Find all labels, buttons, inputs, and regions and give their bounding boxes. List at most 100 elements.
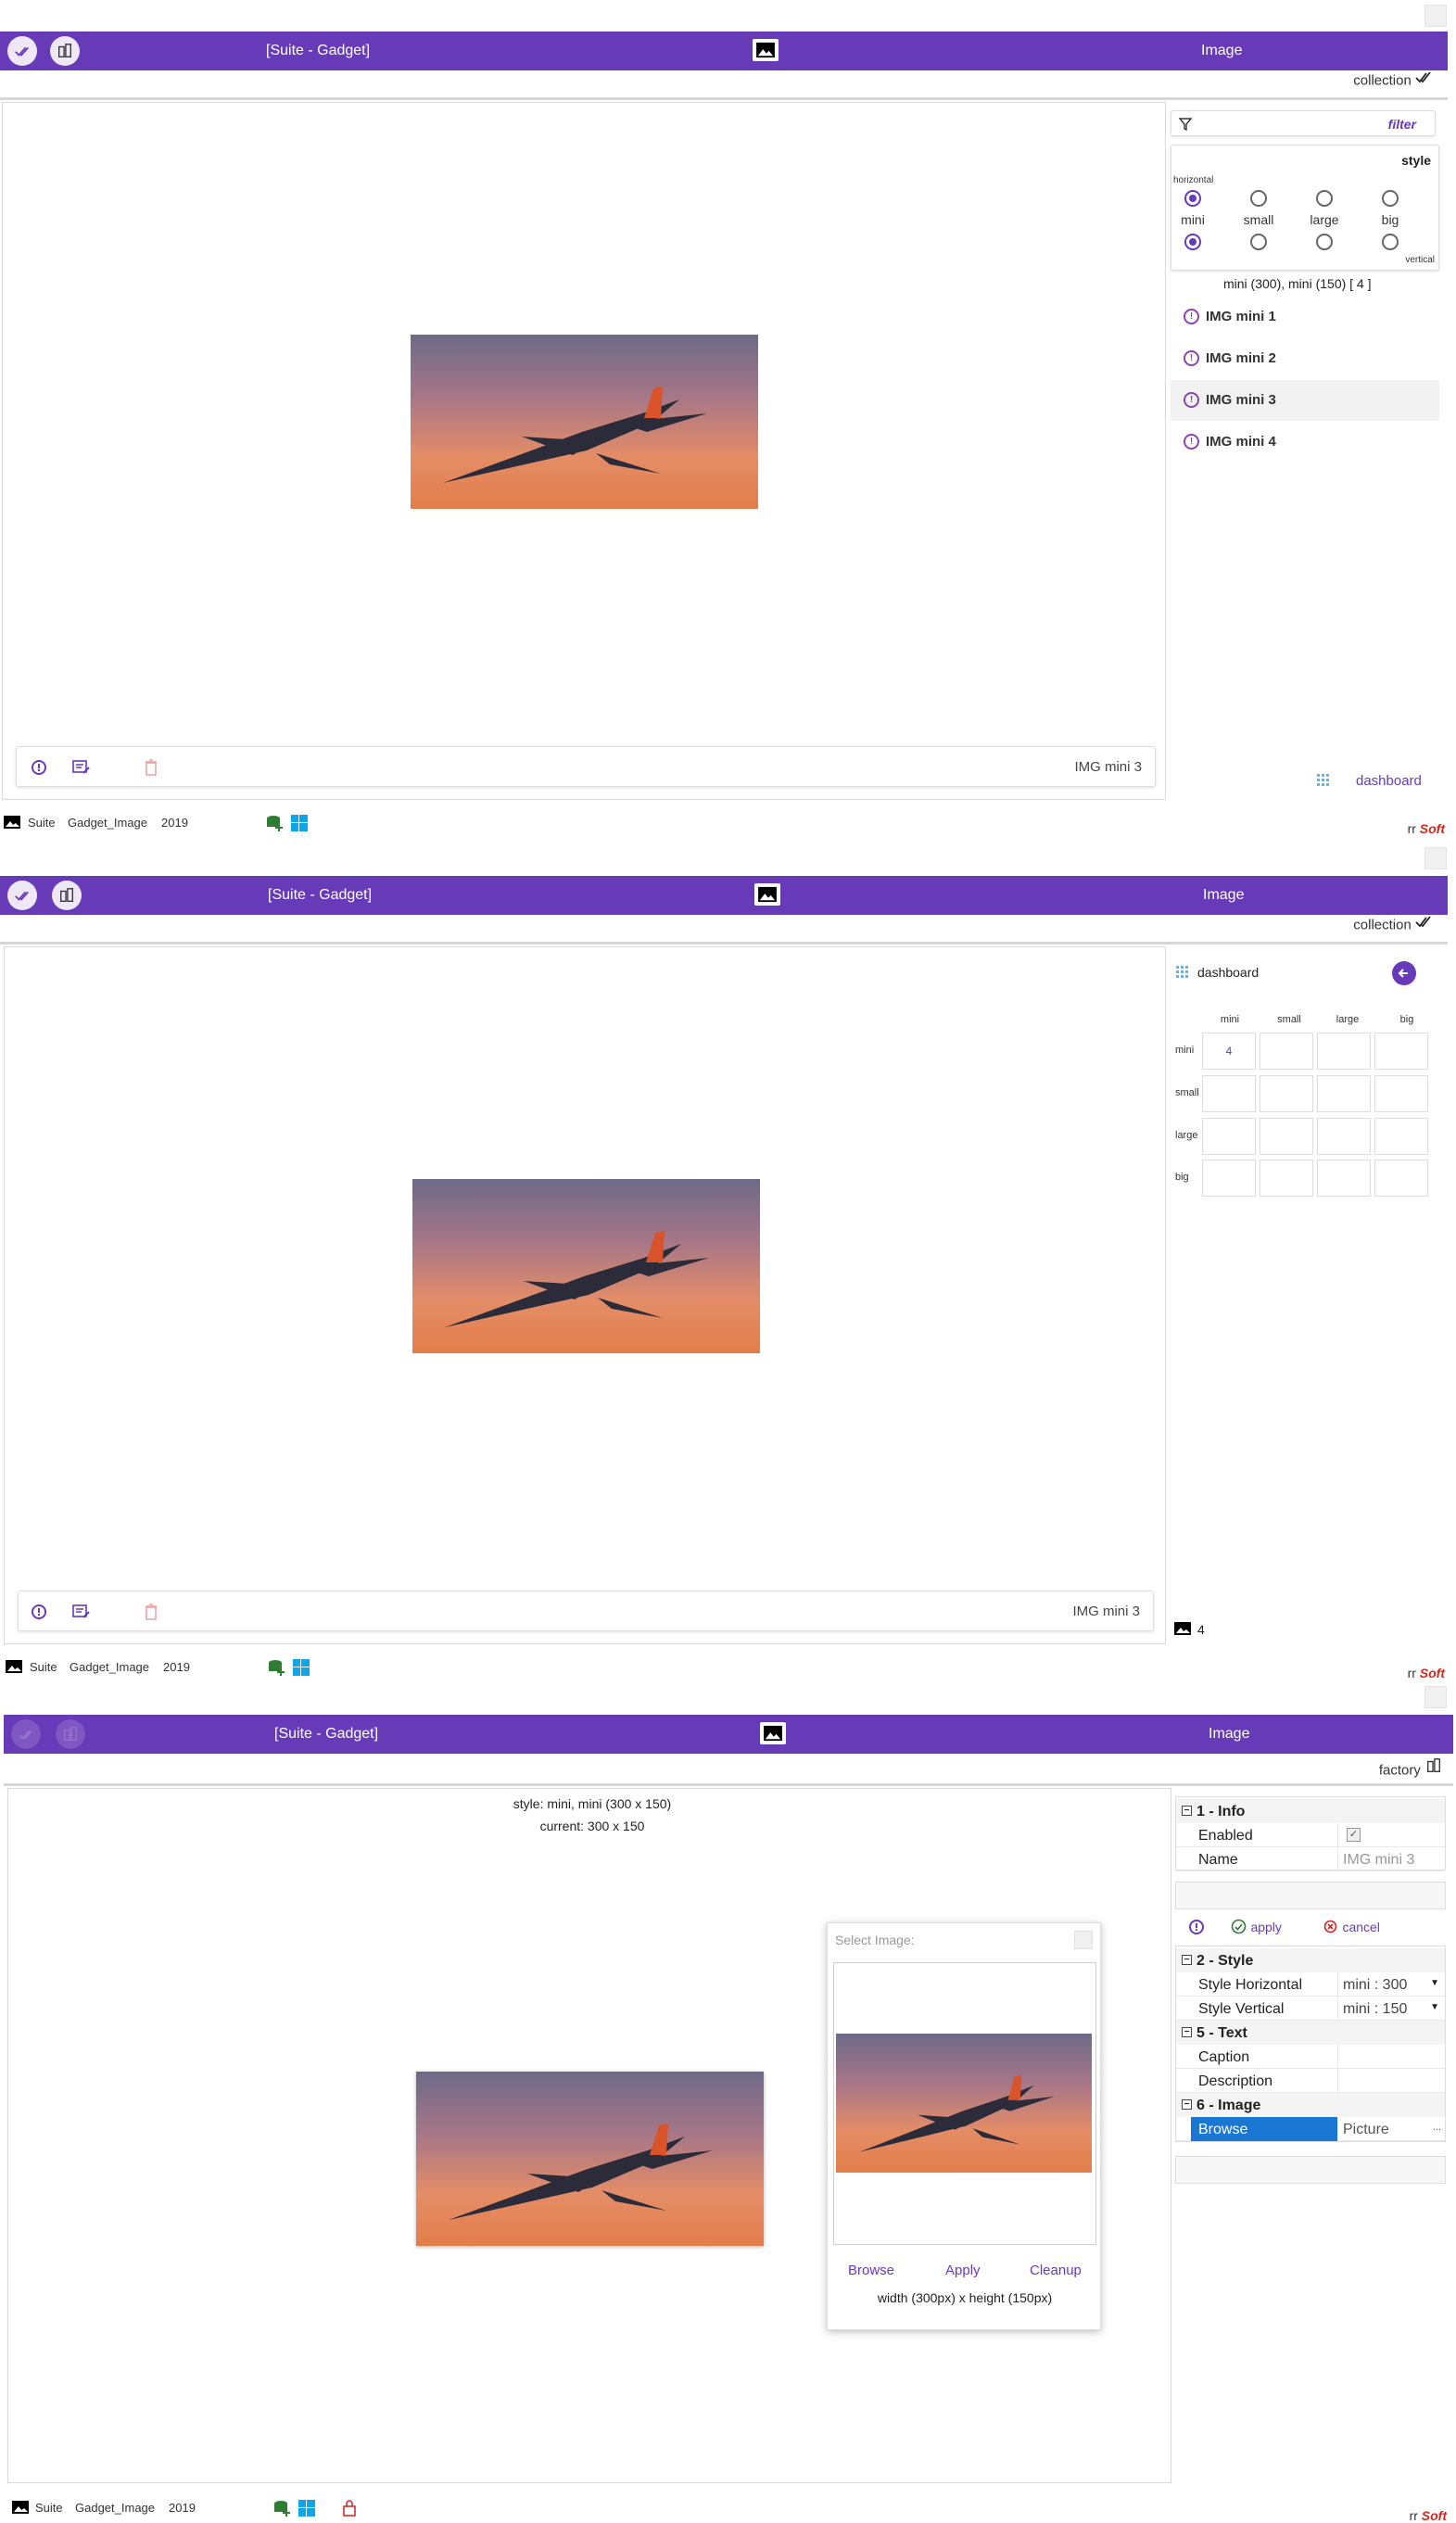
grid-cell[interactable] [1317, 1118, 1371, 1155]
property-browse[interactable]: Browse Picture ... [1176, 2117, 1445, 2141]
filter-bar[interactable]: filter [1171, 110, 1436, 136]
info-button[interactable] [30, 1603, 48, 1621]
database-add-icon [274, 2501, 290, 2517]
property-name[interactable]: Name IMG mini 3 [1176, 1847, 1445, 1871]
info-button[interactable] [1188, 1919, 1205, 1935]
footer-year: 2019 [169, 2501, 196, 2515]
image-icon [754, 883, 780, 906]
style-info: style: mini, mini (300 x 150) [513, 1796, 672, 1811]
image-preview-panel: IMG mini 3 [4, 946, 1166, 1644]
radio-vertical-mini[interactable] [1184, 234, 1201, 250]
footer-name: Gadget_Image [75, 2501, 156, 2515]
info-icon: ! [1184, 309, 1199, 324]
enabled-checkbox[interactable]: ✓ [1347, 1828, 1361, 1842]
grid-cell[interactable] [1260, 1075, 1313, 1112]
edit-button[interactable] [72, 1603, 91, 1621]
image-icon [4, 816, 20, 829]
horizontal-label: horizontal [1173, 175, 1214, 185]
grid-cell[interactable] [1374, 1075, 1428, 1112]
style-selector: style horizontal mini small large big ve… [1171, 145, 1439, 271]
factory-button[interactable] [50, 36, 80, 66]
status-footer: Suite Gadget_Image 2019 rr Soft [0, 2497, 1456, 2523]
vertical-label: vertical [1405, 255, 1435, 265]
radio-vertical-large[interactable] [1316, 234, 1333, 250]
delete-button[interactable] [142, 758, 160, 777]
check-all-button[interactable] [11, 1719, 41, 1749]
grid-cell[interactable] [1260, 1118, 1313, 1155]
property-caption[interactable]: Caption [1176, 2045, 1445, 2069]
factory-link[interactable]: factory [1165, 1757, 1443, 1785]
collection-link[interactable]: collection [1156, 71, 1434, 99]
grid-cell-mini-mini[interactable]: 4 [1202, 1033, 1256, 1070]
radio-vertical-small[interactable] [1250, 234, 1267, 250]
status-footer: Suite Gadget_Image 2019 rr Soft [0, 812, 1456, 836]
radio-horizontal-small[interactable] [1250, 190, 1267, 207]
property-enabled[interactable]: Enabled ✓ [1176, 1823, 1445, 1847]
dialog-close-button[interactable] [1074, 1931, 1093, 1949]
factory-button[interactable] [56, 1719, 85, 1749]
grid-cell[interactable] [1202, 1118, 1256, 1155]
double-check-icon [1415, 71, 1431, 83]
window-close-button[interactable] [1424, 5, 1447, 27]
grid-cell[interactable] [1374, 1118, 1428, 1155]
trash-icon [146, 1604, 157, 1620]
app-bar: [Suite - Gadget] Image [0, 32, 1448, 70]
property-style-horizontal[interactable]: Style Horizontal mini : 300 ▼ [1176, 1972, 1445, 1997]
dialog-cleanup-button[interactable]: Cleanup [1030, 2263, 1082, 2278]
browse-ellipsis-button[interactable]: ... [1433, 2122, 1441, 2133]
section-text-header[interactable]: −5 - Text [1176, 2021, 1445, 2045]
app-bar: [Suite - Gadget] Image [0, 876, 1448, 915]
image-icon [760, 1722, 786, 1744]
dropdown-arrow-icon[interactable]: ▼ [1430, 1978, 1439, 1988]
dropdown-arrow-icon[interactable]: ▼ [1430, 2002, 1439, 2012]
radio-horizontal-mini[interactable] [1184, 190, 1201, 207]
list-item[interactable]: ! IMG mini 1 [1171, 297, 1439, 337]
cancel-button[interactable]: cancel [1323, 1919, 1380, 1935]
grid-cell[interactable] [1374, 1160, 1428, 1197]
size-label-large: large [1310, 212, 1339, 227]
back-button[interactable] [1392, 961, 1416, 985]
edit-list-icon [72, 760, 90, 774]
section-image-header[interactable]: −6 - Image [1176, 2093, 1445, 2117]
grid-cell[interactable] [1317, 1033, 1371, 1070]
property-description[interactable]: Description [1176, 2069, 1445, 2093]
filter-summary: mini (300), mini (150) [ 4 ] [1223, 276, 1372, 291]
list-item-selected[interactable]: ! IMG mini 3 [1171, 380, 1439, 421]
dialog-apply-button[interactable]: Apply [945, 2263, 981, 2278]
grid-cell[interactable] [1202, 1160, 1256, 1197]
section-info-header[interactable]: −1 - Info [1176, 1799, 1445, 1823]
window-close-button[interactable] [1424, 1686, 1447, 1708]
property-style-vertical[interactable]: Style Vertical mini : 150 ▼ [1176, 1997, 1445, 2021]
list-item[interactable]: ! IMG mini 2 [1171, 338, 1439, 379]
check-all-button[interactable] [7, 881, 37, 910]
check-all-button[interactable] [7, 36, 37, 66]
section-style-header[interactable]: −2 - Style [1176, 1948, 1445, 1972]
image-icon [6, 1660, 22, 1673]
row-header-large: large [1175, 1130, 1198, 1141]
radio-horizontal-big[interactable] [1382, 190, 1399, 207]
edit-button[interactable] [72, 758, 91, 777]
apply-button[interactable]: apply [1231, 1919, 1282, 1935]
property-help-box [1175, 2156, 1446, 2184]
info-icon [32, 1604, 46, 1619]
lock-icon[interactable] [342, 2500, 357, 2517]
collection-link[interactable]: collection [1156, 916, 1434, 944]
grid-cell[interactable] [1260, 1160, 1313, 1197]
grid-cell[interactable] [1317, 1075, 1371, 1112]
delete-button[interactable] [142, 1603, 160, 1621]
grid-cell[interactable] [1202, 1075, 1256, 1112]
radio-horizontal-large[interactable] [1316, 190, 1333, 207]
property-description-box [1175, 1882, 1446, 1909]
info-button[interactable] [30, 758, 48, 777]
grid-cell[interactable] [1374, 1033, 1428, 1070]
list-item[interactable]: ! IMG mini 4 [1171, 422, 1439, 463]
image-drop-area[interactable] [833, 1962, 1096, 2245]
grid-cell[interactable] [1317, 1160, 1371, 1197]
footer-suite: Suite [28, 816, 56, 830]
factory-button[interactable] [52, 881, 82, 910]
dashboard-link[interactable]: dashboard [1316, 772, 1437, 791]
window-close-button[interactable] [1424, 847, 1447, 869]
grid-cell[interactable] [1260, 1033, 1313, 1070]
radio-vertical-big[interactable] [1382, 234, 1399, 250]
dialog-browse-button[interactable]: Browse [848, 2263, 894, 2278]
